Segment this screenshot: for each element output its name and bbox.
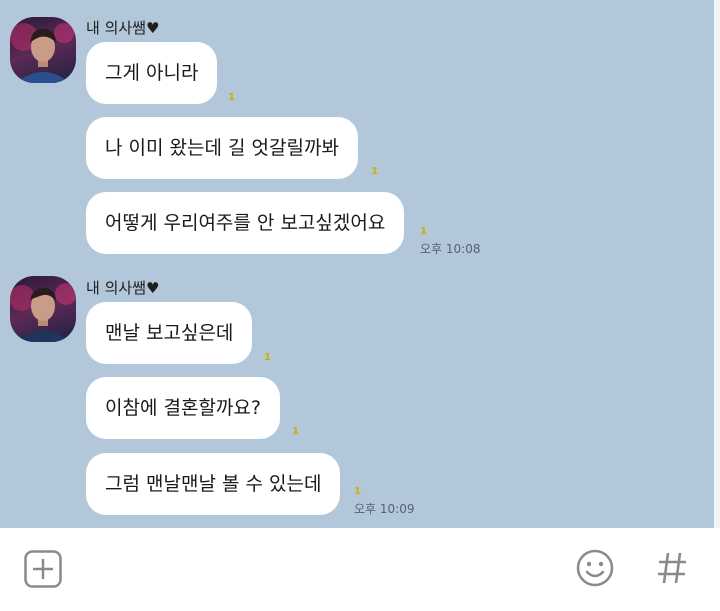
- chat-area[interactable]: 내 의사쌤♥ 그게 아니라 1 나 이미 왔는데 길 엇갈릴까봐 1 어떻게 우…: [0, 0, 714, 528]
- input-bar: [0, 528, 720, 611]
- message-bubble[interactable]: 그럼 맨날맨날 볼 수 있는데: [86, 453, 341, 515]
- unread-count: 1: [292, 426, 299, 437]
- message-bubble[interactable]: 이참에 결혼할까요?: [86, 377, 280, 439]
- hash-icon[interactable]: [656, 549, 688, 591]
- unread-count: 1: [371, 166, 378, 177]
- unread-count: 1: [228, 92, 235, 103]
- unread-count: 1: [420, 226, 427, 237]
- message-bubble[interactable]: 나 이미 왔는데 길 엇갈릴까봐: [86, 117, 358, 179]
- message-bubble[interactable]: 맨날 보고싶은데: [86, 302, 253, 364]
- message-time: 오후 10:08: [420, 242, 481, 256]
- sender-avatar[interactable]: [10, 276, 76, 342]
- emoticon-icon[interactable]: [576, 549, 614, 591]
- message-bubble[interactable]: 어떻게 우리여주를 안 보고싶겠어요: [86, 192, 405, 254]
- scroll-edge: [714, 0, 720, 528]
- sender-name: 내 의사쌤♥: [86, 19, 160, 37]
- unread-count: 1: [264, 352, 271, 363]
- message-bubble[interactable]: 그게 아니라: [86, 42, 218, 104]
- plus-icon[interactable]: [24, 550, 62, 592]
- message-time: 오후 10:09: [354, 502, 415, 516]
- sender-name: 내 의사쌤♥: [86, 279, 160, 297]
- unread-count: 1: [354, 486, 361, 497]
- sender-avatar[interactable]: [10, 17, 76, 83]
